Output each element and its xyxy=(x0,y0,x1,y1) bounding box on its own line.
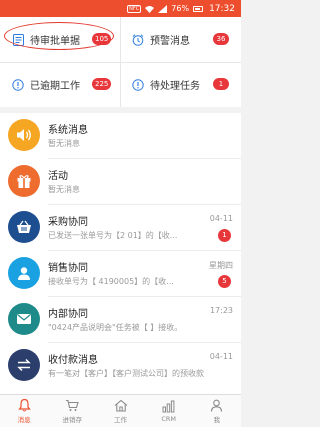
warning-messages-label: 预警消息 xyxy=(150,36,190,47)
user-icon xyxy=(210,398,224,412)
nfc-icon: NFC xyxy=(127,4,142,13)
list-item-purchase-collaboration[interactable]: 采购协同 04-11 已发送一张单号为【2 01】的【收... 1 xyxy=(0,205,241,251)
list-item-system-messages[interactable]: 系统消息 暂无消息 xyxy=(0,113,241,159)
highlight-circle xyxy=(4,22,114,50)
status-bar: NFC 76% 17:32 xyxy=(0,0,241,17)
message-preview: 暂无消息 xyxy=(48,139,80,148)
tab-label: 工作 xyxy=(114,416,127,424)
message-title: 销售协同 xyxy=(48,263,88,274)
overdue-work-label: 已逾期工作 xyxy=(30,81,80,92)
tab-label: CRM xyxy=(161,415,177,423)
tab-me[interactable]: 我 xyxy=(193,395,241,427)
alert-circle-icon xyxy=(132,78,144,91)
battery-icon xyxy=(193,5,204,12)
tab-label: 进销存 xyxy=(62,416,83,424)
exchange-icon xyxy=(8,349,40,381)
pending-tasks-label: 待处理任务 xyxy=(150,81,200,92)
mail-icon xyxy=(8,303,40,335)
tab-messages[interactable]: 消息 xyxy=(0,395,48,427)
summary-grid: 待审批单据 105 预警消息 36 已逾期工作 225 待处理任务 1 xyxy=(0,17,241,107)
home-icon xyxy=(114,398,128,412)
message-title: 活动 xyxy=(48,171,68,182)
tab-inventory[interactable]: 进销存 xyxy=(48,395,96,427)
list-item-payment-messages[interactable]: 收付款消息 04-11 有一笔对【客户】【客户测试公司】的预收款 xyxy=(0,343,241,389)
pending-tasks-count: 1 xyxy=(213,78,229,90)
signal-icon xyxy=(158,4,168,13)
message-title: 采购协同 xyxy=(48,217,88,228)
tab-work[interactable]: 工作 xyxy=(96,395,144,427)
message-time: 04-11 xyxy=(209,214,233,223)
message-preview: "0424产品说明会"任务被【 】接收。 xyxy=(48,323,183,332)
alarm-clock-icon xyxy=(132,33,144,46)
message-time: 星期四 xyxy=(209,261,233,270)
speaker-icon xyxy=(8,119,40,151)
person-icon xyxy=(8,257,40,289)
clock: 17:32 xyxy=(209,3,235,14)
basket-icon xyxy=(8,211,40,243)
message-preview: 已发送一张单号为【2 01】的【收... xyxy=(48,231,178,240)
list-item-activity[interactable]: 活动 暂无消息 xyxy=(0,159,241,205)
alert-circle-icon xyxy=(12,78,24,91)
list-item-internal-collaboration[interactable]: 内部协同 17:23 "0424产品说明会"任务被【 】接收。 xyxy=(0,297,241,343)
list-item-sales-collaboration[interactable]: 销售协同 星期四 接收单号为【 4190005】的【收... 5 xyxy=(0,251,241,297)
overdue-work-count: 225 xyxy=(92,78,112,90)
message-time: 04-11 xyxy=(209,352,233,361)
message-time: 17:23 xyxy=(209,306,233,315)
wifi-icon xyxy=(145,5,155,13)
message-title: 系统消息 xyxy=(48,125,88,136)
message-list: 系统消息 暂无消息 活动 暂无消息 采购协同 04-11 已发送一张单号为【2 … xyxy=(0,113,241,394)
tab-label: 我 xyxy=(213,416,221,424)
bell-icon xyxy=(17,398,31,412)
tab-label: 消息 xyxy=(17,416,31,424)
gift-icon xyxy=(8,165,40,197)
message-title: 收付款消息 xyxy=(48,355,98,366)
tab-crm[interactable]: CRM xyxy=(145,395,193,427)
unread-badge: 5 xyxy=(218,275,231,288)
chart-icon xyxy=(162,399,176,413)
battery-percent: 76% xyxy=(171,4,190,13)
message-preview: 接收单号为【 4190005】的【收... xyxy=(48,277,174,286)
bottom-tab-bar: 消息 进销存 工作 CRM 我 xyxy=(0,394,241,427)
message-title: 内部协同 xyxy=(48,309,88,320)
cart-icon xyxy=(65,398,80,412)
message-preview: 有一笔对【客户】【客户测试公司】的预收款 xyxy=(48,369,204,378)
message-preview: 暂无消息 xyxy=(48,185,80,194)
warning-messages-count: 36 xyxy=(213,33,229,45)
unread-badge: 1 xyxy=(218,229,231,242)
